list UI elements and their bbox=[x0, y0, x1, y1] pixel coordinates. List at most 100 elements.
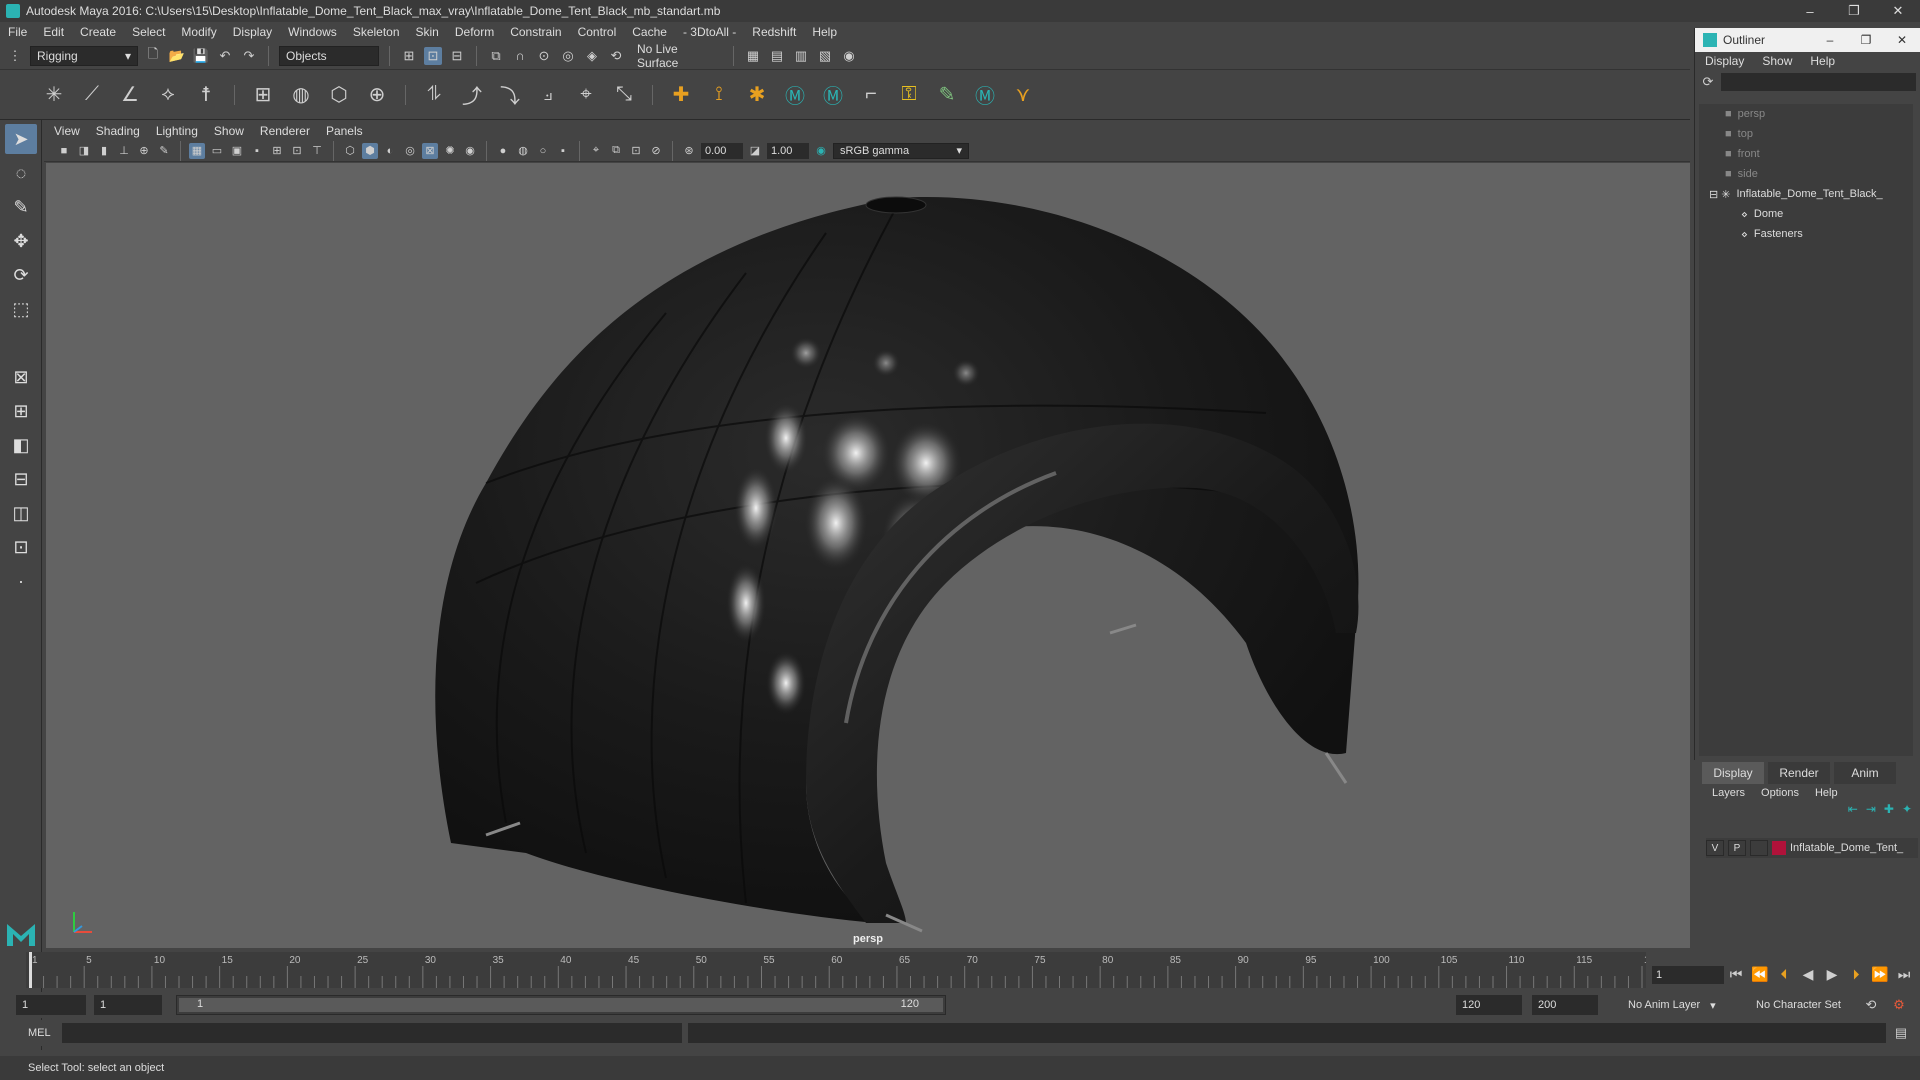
grid-icon[interactable]: ▦ bbox=[189, 142, 205, 159]
layer-visibility-toggle[interactable]: V bbox=[1706, 840, 1724, 856]
tab-render[interactable]: Render bbox=[1768, 762, 1830, 784]
range-slider[interactable]: 1 120 bbox=[176, 995, 946, 1015]
orient-constraint-icon[interactable]: ✱ bbox=[743, 81, 771, 109]
menu-skin[interactable]: Skin bbox=[416, 25, 439, 39]
wireframe-on-shaded-icon[interactable]: ◎ bbox=[402, 143, 418, 159]
render-view-icon[interactable]: ◉ bbox=[840, 47, 858, 65]
field-chart-icon[interactable]: ⊞ bbox=[269, 143, 285, 159]
layer-menu-options[interactable]: Options bbox=[1761, 787, 1799, 799]
menu-edit[interactable]: Edit bbox=[43, 25, 64, 39]
menu-file[interactable]: File bbox=[8, 25, 27, 39]
live-surface-field[interactable]: No Live Surface bbox=[631, 42, 723, 70]
undo-icon[interactable]: ↶ bbox=[216, 47, 234, 65]
bookmark-icon[interactable]: ▮ bbox=[96, 143, 112, 159]
camera-select-icon[interactable]: ■ bbox=[56, 143, 72, 159]
scale-constraint-icon[interactable]: Ⓜ bbox=[819, 81, 847, 109]
color-management-icon[interactable]: ◉ bbox=[813, 143, 829, 159]
open-scene-icon[interactable]: 📂 bbox=[168, 47, 186, 65]
command-language-label[interactable]: MEL bbox=[28, 1027, 51, 1039]
layer-playback-toggle[interactable]: P bbox=[1728, 840, 1746, 856]
snap-to-view-plane-icon[interactable]: ◎ bbox=[559, 47, 577, 65]
safe-action-icon[interactable]: ⊡ bbox=[289, 143, 305, 159]
shadows-icon[interactable]: ◉ bbox=[462, 143, 478, 159]
outliner-close-button[interactable]: ✕ bbox=[1884, 33, 1920, 47]
custom-script-icon[interactable]: ⋎ bbox=[1009, 81, 1037, 109]
redo-icon[interactable]: ↷ bbox=[240, 47, 258, 65]
insert-joint-icon[interactable]: ⟋ bbox=[78, 81, 106, 109]
outliner-item[interactable]: ■ persp bbox=[1699, 104, 1913, 124]
minimize-button[interactable]: – bbox=[1788, 0, 1832, 22]
interactive-bind-icon[interactable]: ⤵ bbox=[496, 81, 524, 109]
hypershade-layout-icon[interactable]: ◫ bbox=[5, 498, 37, 528]
soft-mod-icon[interactable]: ⊕ bbox=[363, 81, 391, 109]
paint-weights-icon[interactable]: ⟓ bbox=[534, 81, 562, 109]
new-empty-layer-icon[interactable]: ✚ bbox=[1884, 802, 1894, 822]
outliner-item[interactable]: ⋄ Fasteners bbox=[1699, 224, 1913, 244]
use-default-material-icon[interactable]: ◐ bbox=[382, 143, 398, 159]
anim-preferences-icon[interactable]: ⚙ bbox=[1890, 996, 1908, 1014]
layer-color-swatch[interactable] bbox=[1772, 841, 1786, 855]
step-forward-frame-icon[interactable]: ⏵ bbox=[1846, 964, 1866, 984]
layer-row[interactable]: V P Inflatable_Dome_Tent_ bbox=[1706, 838, 1918, 858]
panel-menu-renderer[interactable]: Renderer bbox=[260, 124, 310, 138]
wireframe-icon[interactable]: ⬡ bbox=[342, 143, 358, 159]
gate-mask-icon[interactable]: ▪ bbox=[249, 143, 265, 159]
menu-create[interactable]: Create bbox=[80, 25, 116, 39]
live-surface-icon[interactable]: ⟲ bbox=[607, 47, 625, 65]
ik-spline-icon[interactable]: ⟡ bbox=[154, 81, 182, 109]
rotate-tool-icon[interactable]: ⟳ bbox=[5, 260, 37, 290]
selection-mode-dropdown[interactable]: Objects bbox=[279, 45, 379, 66]
time-slider[interactable]: 1 5 10 15 20 25 30 35 40 45 50 55 60 65 70 75 80 85 90 95 10… bbox=[26, 952, 1646, 988]
outliner-item[interactable]: ■ front bbox=[1699, 144, 1913, 164]
wrap-deformer-icon[interactable]: ⬡ bbox=[325, 81, 353, 109]
auto-key-icon[interactable]: ⟲ bbox=[1862, 996, 1880, 1014]
layer-menu-layers[interactable]: Layers bbox=[1712, 787, 1745, 799]
menu-windows[interactable]: Windows bbox=[288, 25, 337, 39]
render-current-frame-icon[interactable]: ▦ bbox=[744, 47, 762, 65]
lattice-icon[interactable]: ⊞ bbox=[249, 81, 277, 109]
move-tool-icon[interactable]: ✥ bbox=[5, 226, 37, 256]
layer-display-type-toggle[interactable] bbox=[1750, 840, 1768, 856]
humanik-icon[interactable]: ☨ bbox=[192, 81, 220, 109]
menu-constrain[interactable]: Constrain bbox=[510, 25, 561, 39]
panel-menu-panels[interactable]: Panels bbox=[326, 124, 363, 138]
color-space-dropdown[interactable]: sRGB gamma ▾ bbox=[833, 142, 969, 159]
outliner-item[interactable]: ■ side bbox=[1699, 164, 1913, 184]
2d-pan-zoom-icon[interactable]: ⊕ bbox=[136, 143, 152, 159]
motion-blur-icon[interactable]: ◍ bbox=[515, 143, 531, 159]
character-set-dropdown[interactable]: No Character Set bbox=[1750, 995, 1860, 1015]
save-scene-icon[interactable]: 💾 bbox=[192, 47, 210, 65]
single-perspective-layout-icon[interactable]: ⊠ bbox=[5, 362, 37, 392]
select-by-component-icon[interactable]: ⊟ bbox=[448, 47, 466, 65]
perspective-viewport[interactable]: persp bbox=[46, 163, 1690, 948]
render-settings-icon[interactable]: ▥ bbox=[792, 47, 810, 65]
outliner-menu-show[interactable]: Show bbox=[1762, 54, 1792, 68]
play-backwards-icon[interactable]: ◀ bbox=[1798, 964, 1818, 984]
smooth-bind-icon[interactable]: ⤴ bbox=[458, 81, 486, 109]
snap-to-point-icon[interactable]: ⊙ bbox=[535, 47, 553, 65]
four-view-layout-icon[interactable]: ⊞ bbox=[5, 396, 37, 426]
parent-constraint-icon[interactable]: Ⓜ bbox=[781, 81, 809, 109]
step-back-key-icon[interactable]: ⏪ bbox=[1750, 964, 1770, 984]
ipr-render-icon[interactable]: ▤ bbox=[768, 47, 786, 65]
panel-menu-view[interactable]: View bbox=[54, 124, 80, 138]
bind-skin-icon[interactable]: ⥮ bbox=[420, 81, 448, 109]
tab-display[interactable]: Display bbox=[1702, 762, 1764, 784]
lasso-tool-icon[interactable]: ◌ bbox=[5, 158, 37, 188]
menu-help[interactable]: Help bbox=[812, 25, 837, 39]
point-constraint-icon[interactable]: ✚ bbox=[667, 81, 695, 109]
snap-to-surface-icon[interactable]: ◈ bbox=[583, 47, 601, 65]
xray-icon[interactable]: ⧉ bbox=[608, 143, 624, 159]
outliner-menu-help[interactable]: Help bbox=[1810, 54, 1835, 68]
panel-menu-shading[interactable]: Shading bbox=[96, 124, 140, 138]
aim-constraint-icon[interactable]: ⟟ bbox=[705, 81, 733, 109]
step-forward-key-icon[interactable]: ⏩ bbox=[1870, 964, 1890, 984]
menuset-dropdown[interactable]: Rigging ▾ bbox=[30, 45, 138, 66]
panel-menu-lighting[interactable]: Lighting bbox=[156, 124, 198, 138]
mirror-weights-icon[interactable]: ⤡ bbox=[610, 81, 638, 109]
toolbox-options-icon[interactable]: · bbox=[5, 566, 37, 596]
smooth-shade-icon[interactable]: ⬢ bbox=[362, 142, 378, 159]
ik-handle-icon[interactable]: ∠ bbox=[116, 81, 144, 109]
xray-joints-icon[interactable]: ⊡ bbox=[628, 143, 644, 159]
outliner-maximize-button[interactable]: ❐ bbox=[1848, 33, 1884, 47]
